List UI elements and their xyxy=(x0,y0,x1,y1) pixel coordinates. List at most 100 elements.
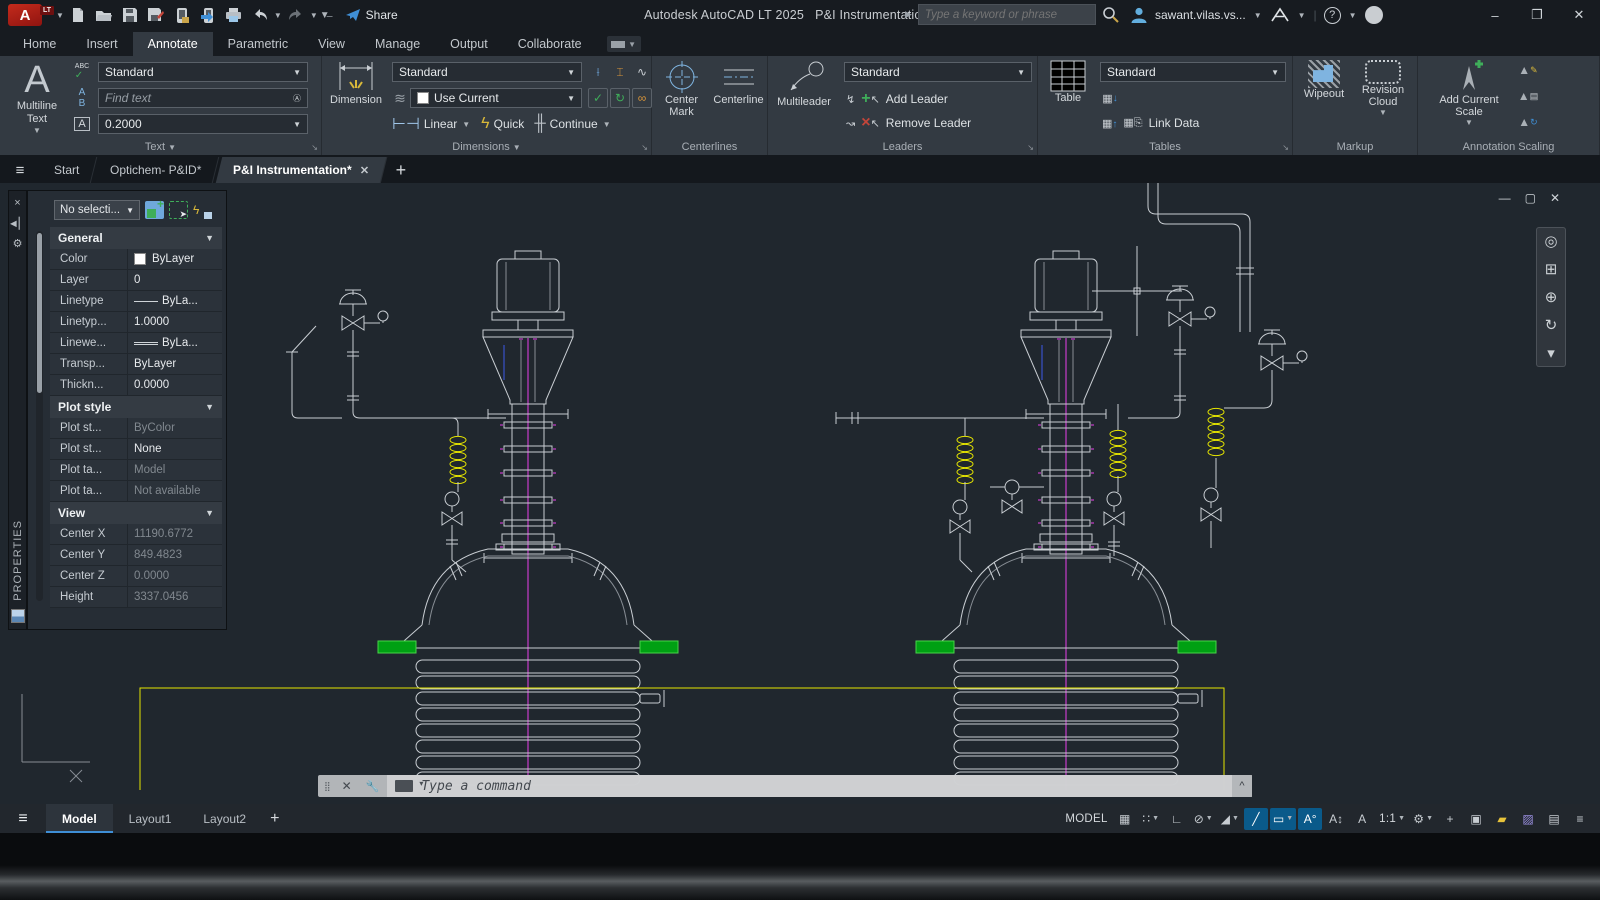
section-header-plot-style[interactable]: Plot style▼ xyxy=(50,396,222,418)
section-header-general[interactable]: General▼ xyxy=(50,227,222,249)
property-value[interactable]: 11190.6772 xyxy=(128,524,222,544)
spell-check-icon[interactable]: ABC✓ xyxy=(72,62,92,82)
ribbon-tab-output[interactable]: Output xyxy=(435,32,503,56)
table-button[interactable]: Table xyxy=(1042,58,1094,136)
polar-tracking-icon[interactable]: ⊘▼ xyxy=(1191,808,1216,830)
property-value[interactable]: 0.0000 xyxy=(128,566,222,586)
save-to-web-mobile-icon[interactable] xyxy=(196,4,220,26)
text-dialog-launcher-icon[interactable]: ↘ xyxy=(311,143,318,152)
new-drawing-tab-button[interactable]: + xyxy=(396,160,407,183)
add-current-scale-button[interactable]: Add Current Scale▼ xyxy=(1426,58,1512,136)
command-customize-icon[interactable]: 🔧 xyxy=(358,780,388,793)
dim-layer-dropdown[interactable]: Use Current▼ xyxy=(410,88,582,108)
render-preview-icon[interactable]: ▨ xyxy=(1516,808,1540,830)
add-delete-scales-icon[interactable]: ▲✎ xyxy=(1518,60,1538,80)
drawing-restore-icon[interactable]: ▢ xyxy=(1525,191,1536,205)
customization-icon[interactable]: + xyxy=(1438,808,1462,830)
command-history-icon[interactable]: ^ xyxy=(1232,775,1252,797)
property-value[interactable]: Not available xyxy=(128,481,222,501)
wipeout-button[interactable]: Wipeout xyxy=(1297,58,1351,136)
zoom-icon[interactable]: ⊕ xyxy=(1545,288,1558,306)
link-data-button[interactable]: Link Data xyxy=(1149,116,1200,130)
update-icon[interactable]: ↻ xyxy=(610,88,630,108)
help-caret-icon[interactable]: ▼ xyxy=(1349,11,1357,20)
dim-break-icon[interactable]: ⟊ xyxy=(588,62,608,82)
selection-dropdown[interactable]: No selecti...▼ xyxy=(54,200,140,220)
property-value[interactable]: 0.0000 xyxy=(128,375,222,395)
quick-select-icon[interactable]: ϟ xyxy=(193,201,212,219)
palette-scrollbar[interactable] xyxy=(36,231,43,601)
selection-cycling-icon[interactable]: ▭▼ xyxy=(1270,808,1296,830)
save-as-icon[interactable] xyxy=(144,4,168,26)
grid-display-icon[interactable]: ▦ xyxy=(1113,808,1137,830)
multileader-button[interactable]: Multileader xyxy=(770,58,838,136)
oblique-icon[interactable]: ∞ xyxy=(632,88,652,108)
property-value[interactable]: 3337.0456 xyxy=(128,587,222,607)
autoscale-icon[interactable]: A↕ xyxy=(1324,808,1348,830)
sync-scale-positions-icon[interactable]: ▲↻ xyxy=(1518,112,1538,132)
search-expand-icon[interactable]: ▶ xyxy=(905,9,912,20)
snap-mode-icon[interactable]: ∷▼ xyxy=(1139,808,1163,830)
qat-customize-icon[interactable]: ▼̶ xyxy=(320,10,330,21)
file-tab-menu-icon[interactable]: ≡ xyxy=(0,157,40,183)
search-input[interactable] xyxy=(918,4,1096,25)
text-style-dropdown[interactable]: Standard▼ xyxy=(98,62,308,82)
centerline-button[interactable]: Centerline xyxy=(711,58,766,136)
text-align-icon[interactable]: AB xyxy=(72,88,92,108)
file-tab[interactable]: P&I Instrumentation*✕ xyxy=(215,157,386,183)
annotation-scale-icon[interactable]: A xyxy=(1350,808,1374,830)
property-value[interactable]: None xyxy=(128,439,222,459)
multiline-text-button[interactable]: A Multiline Text▼ xyxy=(6,58,68,136)
isometric-drafting-icon[interactable]: ◢▼ xyxy=(1218,808,1242,830)
scale-value-button[interactable]: 1:1▼ xyxy=(1376,808,1408,830)
file-tab[interactable]: Start xyxy=(37,157,98,183)
palette-settings-icon[interactable]: ⚙ xyxy=(13,237,23,257)
share-button[interactable]: Share xyxy=(345,8,398,22)
table-style-dropdown[interactable]: Standard▼ xyxy=(1100,62,1286,82)
command-grip-icon[interactable]: ⣿ xyxy=(318,781,336,792)
nav-more-icon[interactable]: ▾ xyxy=(1547,344,1555,362)
ribbon-tab-collaborate[interactable]: Collaborate xyxy=(503,32,597,56)
find-text-field[interactable]: Find textⒶ xyxy=(98,88,308,108)
lineweight-icon[interactable]: ╱ xyxy=(1244,808,1268,830)
new-file-icon[interactable] xyxy=(66,4,90,26)
dim-style-dropdown[interactable]: Standard▼ xyxy=(392,62,582,82)
adjust-space-icon[interactable]: ⌶ xyxy=(610,62,630,82)
ortho-mode-icon[interactable]: ∟ xyxy=(1165,808,1189,830)
layout-menu-icon[interactable]: ≡ xyxy=(0,810,46,828)
property-value[interactable]: 1.0000 xyxy=(128,312,222,332)
mleader-edit-icon[interactable]: ↯ xyxy=(846,93,855,106)
redo-icon[interactable] xyxy=(284,4,308,26)
full-navigation-wheel-icon[interactable]: ◎ xyxy=(1544,232,1557,250)
continue-button[interactable]: Continue xyxy=(550,117,598,131)
property-value[interactable]: ByLa... xyxy=(128,291,222,311)
jog-line-icon[interactable]: ∿ xyxy=(632,62,652,82)
center-mark-button[interactable]: Center Mark xyxy=(654,58,709,136)
palette-close-icon[interactable]: × xyxy=(14,197,20,217)
close-button[interactable]: ✕ xyxy=(1558,0,1600,30)
status-menu-icon[interactable]: ≡ xyxy=(1568,808,1592,830)
annotation-visibility-icon[interactable]: A° xyxy=(1298,808,1322,830)
quick-button[interactable]: Quick xyxy=(494,117,525,131)
scale-list-icon[interactable]: ▲▤ xyxy=(1518,86,1538,106)
drawing-close-icon[interactable]: ✕ xyxy=(1550,191,1560,205)
search-icon[interactable] xyxy=(1102,6,1119,23)
undo-icon[interactable] xyxy=(248,4,272,26)
new-layout-button[interactable]: + xyxy=(270,810,279,828)
section-header-view[interactable]: View▼ xyxy=(50,502,222,524)
tables-dialog-launcher-icon[interactable]: ↘ xyxy=(1282,143,1289,152)
save-icon[interactable] xyxy=(118,4,142,26)
drawing-canvas[interactable]: — ▢ ✕ ◎⊞⊕↻▾ × ◄▏ ⚙ PROPERTIES No selecti… xyxy=(0,183,1600,804)
isolate-objects-icon[interactable]: ▣ xyxy=(1464,808,1488,830)
layout-tab-layout2[interactable]: Layout2 xyxy=(187,804,262,833)
property-value[interactable]: ByLayer xyxy=(128,354,222,374)
linear-button[interactable]: Linear xyxy=(424,117,457,131)
command-prompt-icon[interactable] xyxy=(395,780,413,792)
palette-autohide-icon[interactable]: ◄▏ xyxy=(8,217,27,237)
ribbon-tab-annotate[interactable]: Annotate xyxy=(133,32,213,56)
open-file-icon[interactable] xyxy=(92,4,116,26)
annotative-text-icon[interactable]: A xyxy=(72,114,92,134)
property-value[interactable]: ByColor xyxy=(128,418,222,438)
property-value[interactable]: ByLa... xyxy=(128,333,222,353)
dim-dialog-launcher-icon[interactable]: ↘ xyxy=(641,143,648,152)
